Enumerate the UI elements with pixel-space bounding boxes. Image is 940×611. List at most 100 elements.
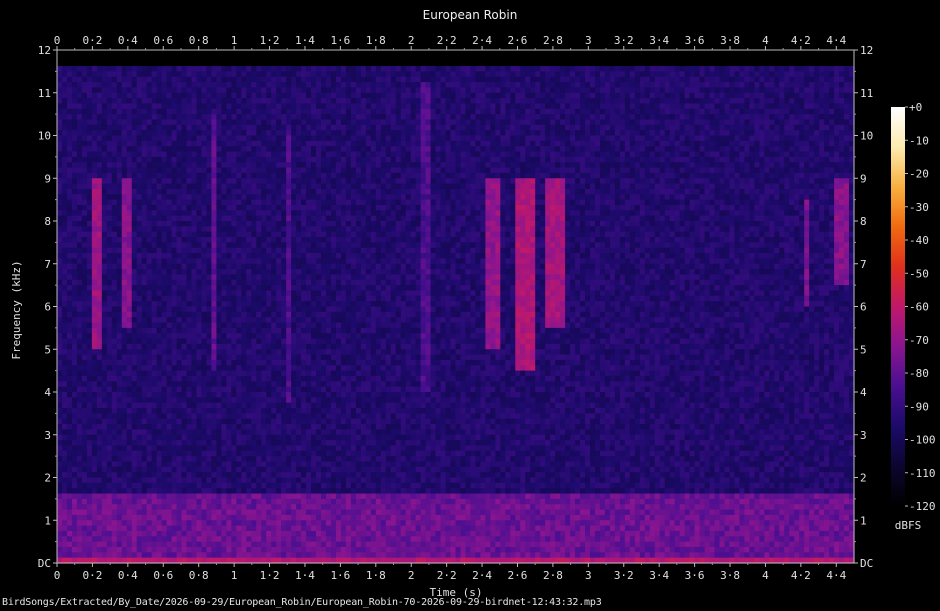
spectrogram-cell xyxy=(475,146,482,153)
spectrogram-cell xyxy=(669,114,676,121)
spectrogram-cell xyxy=(834,66,840,72)
spectrogram-cell xyxy=(445,167,452,174)
spectrogram-cell xyxy=(161,130,168,137)
spectrogram-cell xyxy=(809,204,815,211)
spectrogram-cell xyxy=(804,199,810,206)
spectrogram-cell xyxy=(171,119,178,126)
spectrogram-cell xyxy=(475,188,482,195)
spectrogram-cell xyxy=(530,130,536,137)
spectrogram-cell xyxy=(565,210,571,217)
spectrogram-cell xyxy=(565,66,571,72)
spectrogram-cell xyxy=(306,82,312,88)
spectrogram-cell xyxy=(176,66,183,72)
spectrogram-cell xyxy=(485,188,491,195)
spectrogram-cell xyxy=(171,130,178,137)
spectrogram-cell xyxy=(345,98,352,105)
spectrogram-cell xyxy=(839,60,845,67)
spectrogram-cell xyxy=(754,76,760,83)
spectrogram-cell xyxy=(161,87,168,94)
spectrogram-cell xyxy=(719,98,726,105)
spectrogram-row xyxy=(57,55,855,62)
spectrogram-cell xyxy=(789,50,795,56)
spectrogram-cell xyxy=(744,146,750,153)
spectrogram-cell xyxy=(221,124,227,131)
spectrogram-cell xyxy=(744,204,750,211)
spectrogram-cell xyxy=(236,71,242,78)
spectrogram-cell xyxy=(809,66,815,72)
spectrogram-cell xyxy=(769,130,775,137)
spectrogram-cell xyxy=(395,188,402,195)
spectrogram-cell xyxy=(769,162,775,169)
spectrogram-cell xyxy=(829,55,835,62)
spectrogram-cell xyxy=(365,178,372,185)
spectrogram-cell xyxy=(799,82,805,88)
spectrogram-cell xyxy=(445,135,452,142)
spectrogram-cell xyxy=(599,156,606,163)
spectrogram-cell xyxy=(729,146,736,153)
spectrogram-cell xyxy=(340,108,347,115)
spectrogram-cell xyxy=(365,82,372,88)
spectrogram-cell xyxy=(724,71,731,78)
spectrogram-cell xyxy=(196,183,203,190)
spectrogram-cell xyxy=(335,92,342,99)
spectrogram-cell xyxy=(674,55,681,62)
spectrogram-cell xyxy=(739,55,746,62)
spectrogram-cell xyxy=(789,146,795,153)
spectrogram-cell xyxy=(330,50,337,56)
spectrogram-cell xyxy=(286,204,292,211)
spectrogram-cell xyxy=(350,183,357,190)
spectrogram-cell xyxy=(261,92,267,99)
spectrogram-cell xyxy=(146,151,153,158)
spectrogram-cell xyxy=(201,92,208,99)
spectrogram-cell xyxy=(296,98,302,105)
spectrogram-cell xyxy=(241,87,247,94)
spectrogram-cell xyxy=(330,204,337,211)
spectrogram-cell xyxy=(475,178,482,185)
spectrogram-cell xyxy=(774,199,780,206)
spectrogram-cell xyxy=(764,151,770,158)
spectrogram-cell xyxy=(176,156,183,163)
spectrogram-cell xyxy=(76,167,83,174)
spectrogram-cell xyxy=(664,162,671,169)
spectrogram-cell xyxy=(535,50,541,56)
spectrogram-cell xyxy=(829,156,835,163)
spectrogram-cell xyxy=(440,162,447,169)
spectrogram-cell xyxy=(126,146,133,153)
spectrogram-cell xyxy=(570,55,576,62)
spectrogram-cell xyxy=(256,172,262,179)
spectrogram-cell xyxy=(350,103,357,110)
spectrogram-cell xyxy=(654,66,661,72)
spectrogram-cell xyxy=(545,76,551,83)
spectrogram-cell xyxy=(340,124,347,131)
spectrogram-cell xyxy=(450,151,457,158)
spectrogram-cell xyxy=(365,162,372,169)
spectrogram-cell xyxy=(824,55,830,62)
spectrogram-cell xyxy=(151,87,158,94)
spectrogram-cell xyxy=(156,199,163,206)
spectrogram-cell xyxy=(246,119,252,126)
spectrogram-cell xyxy=(186,162,193,169)
spectrogram-cell xyxy=(201,167,208,174)
spectrogram-cell xyxy=(565,183,571,190)
spectrogram-cell xyxy=(400,188,407,195)
spectrogram-cell xyxy=(604,119,611,126)
spectrogram-cell xyxy=(570,124,576,131)
spectrogram-cell xyxy=(96,66,103,72)
spectrogram-cell xyxy=(231,103,237,110)
spectrogram-cell xyxy=(644,50,651,56)
spectrogram-cell xyxy=(490,210,496,217)
spectrogram-cell xyxy=(81,151,88,158)
spectrogram-cell xyxy=(844,188,850,195)
spectrogram-cell xyxy=(340,199,347,206)
spectrogram-cell xyxy=(619,76,626,83)
spectrogram-cell xyxy=(251,60,257,67)
spectrogram-cell xyxy=(759,76,765,83)
spectrogram-cell xyxy=(669,146,676,153)
spectrogram-cell xyxy=(535,146,541,153)
spectrogram-cell xyxy=(455,92,462,99)
spectrogram-cell xyxy=(485,103,491,110)
spectrogram-cell xyxy=(634,146,641,153)
spectrogram-cell xyxy=(66,194,73,201)
spectrogram-cell xyxy=(116,210,123,217)
spectrogram-cell xyxy=(251,130,257,137)
